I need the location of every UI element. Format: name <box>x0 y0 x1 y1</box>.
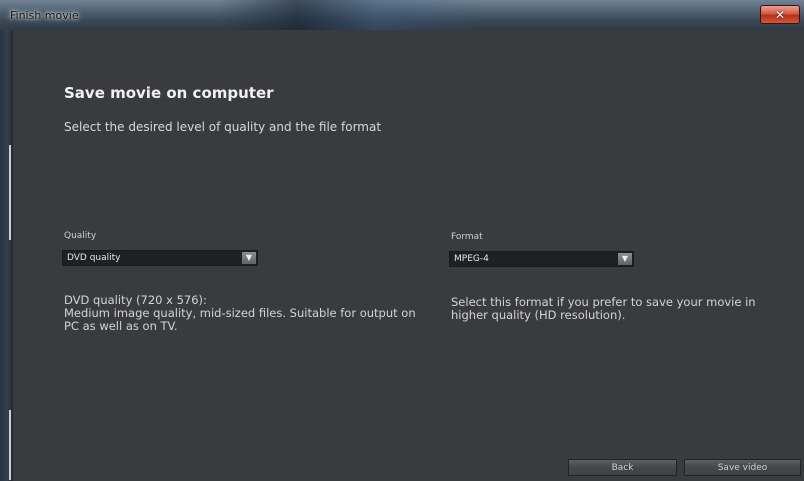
back-button[interactable]: Back <box>568 459 677 476</box>
quality-label: Quality <box>64 231 97 241</box>
page-subtitle: Select the desired level of quality and … <box>64 120 382 134</box>
title-bar[interactable]: Finish movie ✕ <box>0 0 804 30</box>
window-left-frame <box>0 30 13 481</box>
close-button[interactable]: ✕ <box>760 5 800 24</box>
format-label: Format <box>451 232 483 242</box>
chevron-down-icon[interactable]: ▼ <box>242 252 256 264</box>
quality-selected-value: DVD quality <box>67 253 121 263</box>
format-select[interactable]: MPEG-4 ▼ <box>449 251 634 267</box>
finish-movie-window: Finish movie ✕ Save movie on computer Se… <box>0 0 804 481</box>
frame-highlight <box>9 145 11 240</box>
frame-highlight <box>9 410 11 480</box>
quality-select[interactable]: DVD quality ▼ <box>62 250 258 266</box>
close-icon: ✕ <box>774 7 786 22</box>
window-title: Finish movie <box>10 9 79 22</box>
chevron-down-icon[interactable]: ▼ <box>618 253 632 265</box>
format-selected-value: MPEG-4 <box>454 254 489 264</box>
quality-description: DVD quality (720 x 576): Medium image qu… <box>64 293 416 333</box>
save-video-button[interactable]: Save video <box>684 459 801 476</box>
format-description: Select this format if you prefer to save… <box>451 295 756 322</box>
page-title: Save movie on computer <box>64 84 274 102</box>
